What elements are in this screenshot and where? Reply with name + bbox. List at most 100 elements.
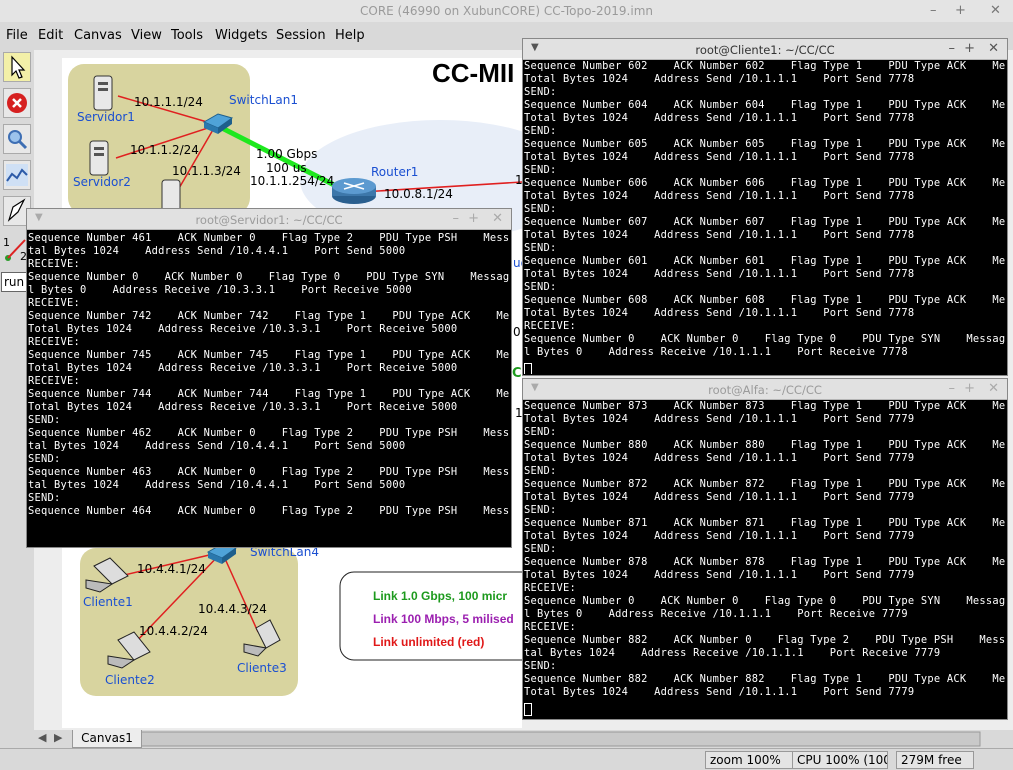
terminal-line: Total Bytes 1024 Address Send /10.1.1.1 …: [524, 268, 915, 280]
terminal-line: Sequence Number 604 ACK Number 604 Flag …: [524, 99, 1006, 111]
terminal-titlebar[interactable]: ▼ root@Alfa: ~/CC/CC – + ✕: [523, 379, 1007, 400]
terminal-title: root@Alfa: ~/CC/CC: [708, 383, 822, 397]
terminal-line: Sequence Number 463 ACK Number 0 Flag Ty…: [28, 466, 510, 478]
terminal-line: SEND:: [524, 86, 557, 98]
cpu-status: CPU 100% (100: [792, 751, 888, 769]
terminal-line: Sequence Number 461 ACK Number 0 Flag Ty…: [28, 232, 510, 244]
close-icon[interactable]: ✕: [988, 41, 999, 56]
link-label: 10.1.1.3/24: [172, 164, 241, 178]
minimize-icon[interactable]: –: [949, 41, 956, 56]
terminal-line: Total Bytes 1024 Address Send /10.1.1.1 …: [524, 151, 915, 163]
terminal-line: SEND:: [524, 125, 557, 137]
link-label: 10.0.8.1/24: [384, 187, 453, 201]
terminal-line: SEND:: [524, 203, 557, 215]
terminal-cliente1[interactable]: ▼ root@Cliente1: ~/CC/CC – + ✕ Sequence …: [522, 38, 1008, 376]
link-label: 10.4.4.2/24: [139, 624, 208, 638]
maximize-icon[interactable]: +: [468, 211, 479, 226]
maximize-icon[interactable]: +: [964, 41, 975, 56]
router-icon: [332, 178, 376, 204]
terminal-line: SEND:: [524, 543, 557, 555]
terminal-line: SEND:: [524, 465, 557, 477]
terminal-line: RECEIVE:: [524, 320, 577, 332]
memory-status: 279M free: [896, 751, 974, 769]
terminal-line: Sequence Number 605 ACK Number 605 Flag …: [524, 138, 1006, 150]
terminal-line: SEND:: [524, 242, 557, 254]
terminal-line: Total Bytes 1024 Address Send /10.1.1.1 …: [524, 491, 915, 503]
clipped-label: C: [512, 366, 522, 381]
terminal-line: tal Bytes 1024 Address Receive /10.1.1.1…: [524, 647, 941, 659]
link-label: 10.1.1.254/24: [250, 174, 335, 188]
legend-green: Link 1.0 Gbps, 100 micr: [373, 589, 508, 603]
terminal-line: SEND:: [28, 453, 61, 465]
terminal-titlebar[interactable]: ▼ root@Cliente1: ~/CC/CC – + ✕: [523, 39, 1007, 60]
terminal-line: SEND:: [524, 504, 557, 516]
link-label: 10.1.1.1/24: [134, 95, 203, 109]
terminal-line: RECEIVE:: [524, 621, 577, 633]
terminal-line: Total Bytes 1024 Address Send /10.1.1.1 …: [524, 229, 915, 241]
terminal-line: Sequence Number 606 ACK Number 606 Flag …: [524, 177, 1006, 189]
node-cliente2[interactable]: Cliente2: [105, 673, 155, 687]
terminal-line: SEND:: [524, 426, 557, 438]
terminal-line: Sequence Number 878 ACK Number 878 Flag …: [524, 556, 1006, 568]
terminal-line: Sequence Number 462 ACK Number 0 Flag Ty…: [28, 427, 510, 439]
terminal-output[interactable]: Sequence Number 461 ACK Number 0 Flag Ty…: [28, 232, 510, 546]
terminal-alfa[interactable]: ▼ root@Alfa: ~/CC/CC – + ✕ Sequence Numb…: [522, 378, 1008, 720]
terminal-line: l Bytes 0 Address Receive /10.1.1.1 Port…: [524, 608, 908, 620]
terminal-line: RECEIVE:: [28, 375, 81, 387]
hscroll-thumb[interactable]: [139, 731, 981, 747]
terminal-output[interactable]: Sequence Number 873 ACK Number 873 Flag …: [524, 400, 1006, 718]
zoom-status: zoom 100%: [705, 751, 795, 769]
terminal-line: Sequence Number 0 ACK Number 0 Flag Type…: [524, 595, 1006, 607]
node-switchlan1[interactable]: SwitchLan1: [229, 93, 298, 107]
server-icon: [93, 75, 113, 111]
tab-canvas1[interactable]: Canvas1: [72, 730, 142, 748]
legend-red: Link unlimited (red): [373, 635, 485, 649]
legend-purple: Link 100 Mbps, 5 milised: [373, 612, 514, 626]
terminal-line: tal Bytes 1024 Address Send /10.4.4.1 Po…: [28, 440, 406, 452]
terminal-line: Sequence Number 880 ACK Number 880 Flag …: [524, 439, 1006, 451]
link-label: 100 us: [266, 161, 307, 175]
terminal-cursor: [524, 703, 532, 716]
node-cliente3[interactable]: Cliente3: [237, 661, 287, 675]
maximize-icon[interactable]: +: [964, 381, 975, 396]
terminal-line: Total Bytes 1024 Address Send /10.1.1.1 …: [524, 686, 915, 698]
node-servidor2[interactable]: Servidor2: [73, 175, 131, 189]
terminal-line: Total Bytes 1024 Address Send /10.1.1.1 …: [524, 73, 915, 85]
minimize-icon[interactable]: –: [453, 211, 460, 226]
terminal-line: Sequence Number 742 ACK Number 742 Flag …: [28, 310, 510, 322]
close-icon[interactable]: ✕: [492, 211, 503, 226]
node-servidor1[interactable]: Servidor1: [77, 110, 135, 124]
scroll-right-icon[interactable]: ▶: [54, 731, 62, 744]
minimize-icon[interactable]: –: [949, 381, 956, 396]
terminal-line: SEND:: [28, 414, 61, 426]
terminal-line: Total Bytes 1024 Address Receive /10.3.3…: [28, 323, 458, 335]
canvas-heading: CC-MII: [432, 58, 515, 88]
terminal-line: Total Bytes 1024 Address Send /10.1.1.1 …: [524, 452, 915, 464]
node-router1[interactable]: Router1: [371, 165, 418, 179]
terminal-line: SEND:: [524, 281, 557, 293]
terminal-line: tal Bytes 1024 Address Send /10.4.4.1 Po…: [28, 245, 406, 257]
terminal-servidor1[interactable]: ▼ root@Servidor1: ~/CC/CC – + ✕ Sequence…: [26, 208, 512, 548]
terminal-line: Total Bytes 1024 Address Send /10.1.1.1 …: [524, 530, 915, 542]
close-icon[interactable]: ✕: [988, 381, 999, 396]
terminal-line: Sequence Number 602 ACK Number 602 Flag …: [524, 60, 1006, 72]
terminal-line: RECEIVE:: [28, 297, 81, 309]
terminal-line: Total Bytes 1024 Address Receive /10.3.3…: [28, 362, 458, 374]
terminal-line: l Bytes 0 Address Receive /10.1.1.1 Port…: [524, 346, 908, 358]
terminal-titlebar[interactable]: ▼ root@Servidor1: ~/CC/CC – + ✕: [27, 209, 511, 230]
terminal-output[interactable]: Sequence Number 602 ACK Number 602 Flag …: [524, 60, 1006, 374]
terminal-line: Sequence Number 873 ACK Number 873 Flag …: [524, 400, 1006, 412]
clipped-label: 0: [513, 325, 521, 339]
terminal-title: root@Cliente1: ~/CC/CC: [695, 43, 835, 57]
scroll-left-icon[interactable]: ◀: [38, 731, 46, 744]
terminal-line: RECEIVE:: [28, 336, 81, 348]
terminal-line: Sequence Number 882 ACK Number 0 Flag Ty…: [524, 634, 1006, 646]
terminal-line: SEND:: [524, 660, 557, 672]
terminal-line: Sequence Number 607 ACK Number 607 Flag …: [524, 216, 1006, 228]
link-label: 10.1.1.2/24: [130, 143, 199, 157]
node-cliente1[interactable]: Cliente1: [83, 595, 133, 609]
terminal-line: Sequence Number 871 ACK Number 871 Flag …: [524, 517, 1006, 529]
terminal-line: Sequence Number 601 ACK Number 601 Flag …: [524, 255, 1006, 267]
terminal-line: Sequence Number 882 ACK Number 882 Flag …: [524, 673, 1006, 685]
link-label: 10.4.4.3/24: [198, 602, 267, 616]
